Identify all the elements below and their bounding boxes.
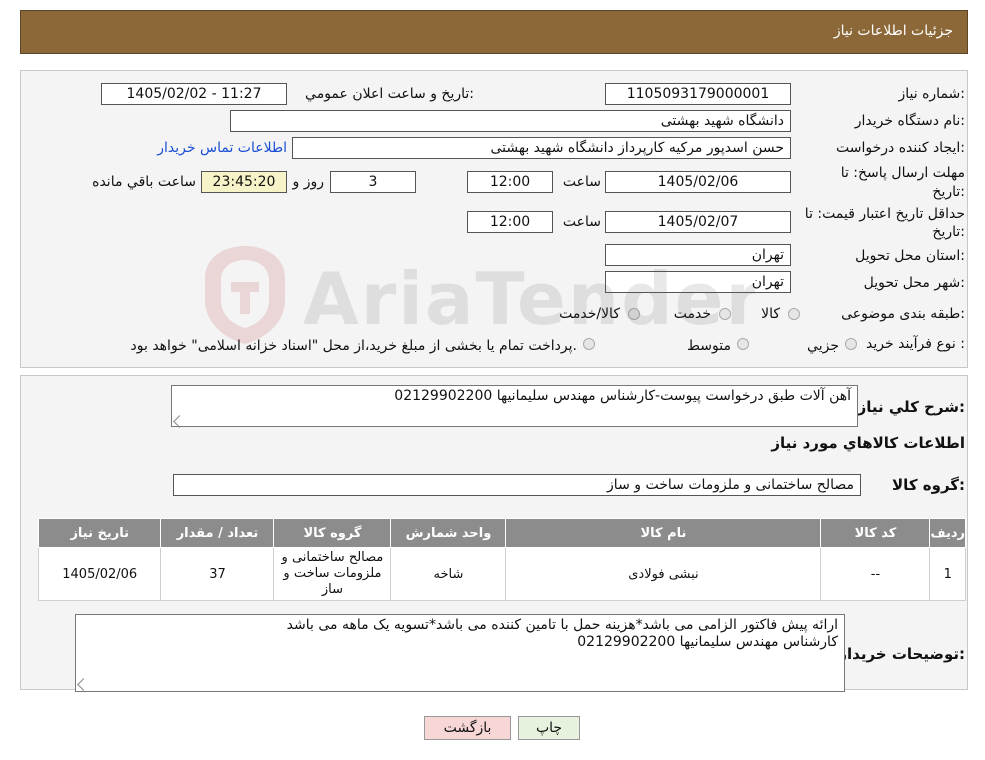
deadline-date-field: 1405/02/06 [605, 171, 791, 193]
table-row: 1 -- نبشی فولادی شاخه مصالح ساختمانی و م… [37, 547, 966, 601]
deadline-time-field: 12:00 [467, 171, 553, 193]
time-remaining-field: 23:45:20 [201, 171, 287, 193]
deadline-time-label: ساعت [562, 174, 601, 190]
buyer-notes-label: توضيحات خريدار: [838, 645, 965, 663]
goods-group-label: گروه کالا: [892, 476, 965, 494]
page-header: جزئیات اطلاعات نیاز [20, 10, 968, 54]
cell-code: -- [820, 547, 931, 601]
announce-datetime-label: تاریخ و ساعت اعلان عمومي: [305, 86, 474, 102]
buyer-notes-line-2: کارشناس مهندس سلیمانیها 02129902200 [577, 634, 838, 650]
category-radio-goods[interactable] [788, 308, 800, 320]
watermark-shield-icon [205, 246, 285, 344]
cell-unit: شاخه [390, 547, 507, 601]
deadline-label: مهلت ارسال پاسخ: تا [840, 165, 965, 181]
col-header-row-number: رديف [929, 518, 966, 548]
goods-group-field: مصالح ساختمانی و ملزومات ساخت و ساز [173, 474, 861, 496]
summary-text: آهن آلات طبق درخواست پیوست-کارشناس مهندس… [394, 388, 851, 404]
category-option-goods: کالا [761, 306, 780, 322]
creator-label: ایجاد کننده درخواست: [836, 140, 965, 156]
process-option-minor: جزیي [807, 338, 839, 354]
process-label: نوع فرآیند خرید : [866, 336, 965, 352]
cell-qty: 37 [160, 547, 275, 601]
buyer-org-label: نام دستگاه خریدار: [854, 113, 965, 129]
buyer-contact-link[interactable]: اطلاعات تماس خریدار [157, 140, 287, 156]
deadline-label-2: تاریخ: [932, 184, 965, 200]
buyer-org-field: دانشگاه شهید بهشتی [230, 110, 791, 132]
buyer-notes-textarea: ارائه پیش فاکتور الزامی می باشد*هزینه حم… [75, 614, 845, 692]
process-radio-minor[interactable] [845, 338, 857, 350]
watermark-text: AriaTender.neT [303, 257, 755, 341]
creator-field: حسن اسدپور مرکیه کارپرداز دانشگاه شهید ب… [292, 137, 791, 159]
back-button[interactable]: بازگشت [424, 716, 511, 740]
watermark-logo: AriaTender.neT [205, 246, 755, 344]
col-header-unit: واحد شمارش [390, 518, 507, 548]
cell-date: 1405/02/06 [37, 547, 162, 601]
days-label: روز و [292, 174, 325, 190]
validity-time-field: 12:00 [467, 211, 553, 233]
col-header-date: تاريخ نياز [37, 518, 162, 548]
validity-label: حداقل تاریخ اعتبار قیمت: تا [804, 206, 965, 222]
validity-label-2: تاریخ: [932, 224, 965, 240]
col-header-qty: تعداد / مقدار [160, 518, 275, 548]
buyer-notes-line-1: ارائه پیش فاکتور الزامی می باشد*هزینه حم… [286, 617, 838, 633]
cell-name: نبشی فولادی [505, 547, 822, 601]
cell-group: مصالح ساختمانی و ملزومات ساخت و ساز [273, 547, 392, 601]
summary-label: شرح کلي نياز: [857, 398, 965, 416]
goods-info-title: اطلاعات کالاهاي مورد نياز [771, 434, 965, 452]
validity-time-label: ساعت [562, 214, 601, 230]
city-label: شهر محل تحویل: [863, 275, 965, 291]
category-label: طبقه بندی موضوعی: [841, 306, 965, 322]
days-remaining-field: 3 [330, 171, 416, 193]
print-button[interactable]: چاپ [518, 716, 580, 740]
need-number-label: شماره نیاز: [898, 86, 965, 102]
col-header-name: نام كالا [505, 518, 822, 548]
col-header-code: كد كالا [820, 518, 931, 548]
summary-textarea: آهن آلات طبق درخواست پیوست-کارشناس مهندس… [171, 385, 858, 427]
time-remaining-label: ساعت باقي مانده [92, 174, 196, 190]
table-header-row: رديف كد كالا نام كالا واحد شمارش گروه كا… [37, 518, 966, 548]
cell-row-number: 1 [929, 547, 966, 601]
province-label: استان محل تحویل: [855, 248, 965, 264]
validity-date-field: 1405/02/07 [605, 211, 791, 233]
goods-table: رديف كد كالا نام كالا واحد شمارش گروه كا… [37, 518, 966, 601]
col-header-group: گروه كالا [273, 518, 392, 548]
announce-datetime-field: 1405/02/02 - 11:27 [101, 83, 287, 105]
page-title: جزئیات اطلاعات نیاز [833, 23, 953, 39]
need-number-field: 1105093179000001 [605, 83, 791, 105]
